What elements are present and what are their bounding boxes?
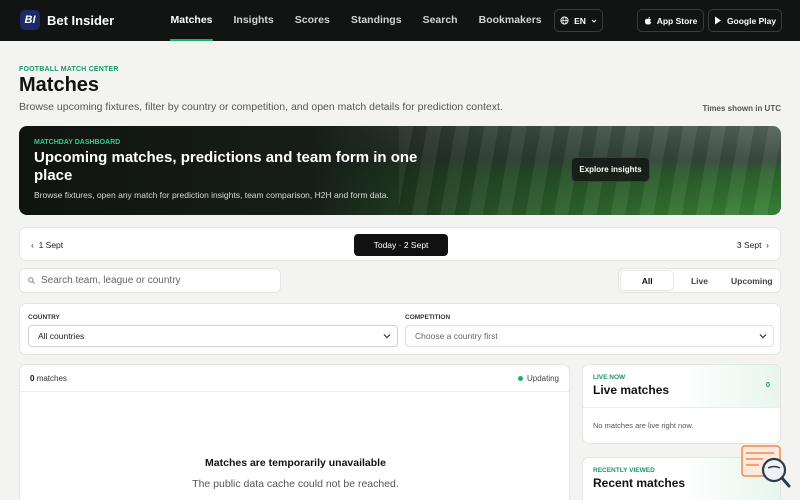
chevron-down-icon: [383, 334, 391, 339]
hero-description: Browse fixtures, open any match for pred…: [34, 190, 389, 200]
language-selector[interactable]: EN: [554, 9, 603, 32]
nav-item-scores[interactable]: Scores: [284, 0, 340, 41]
date-navigator: ‹ 1 Sept Today · 2 Sept 3 Sept ›: [19, 227, 781, 261]
search-icon: [28, 277, 35, 284]
nav-item-standings[interactable]: Standings: [340, 0, 412, 41]
google-play-icon: [714, 16, 721, 25]
help-search-icon: [741, 445, 791, 488]
competition-label: COMPETITION: [405, 314, 451, 321]
matches-count: 0 matches: [30, 374, 67, 383]
country-label: COUNTRY: [28, 314, 60, 321]
live-title: Live matches: [593, 383, 670, 397]
next-day-label: 3 Sept: [736, 240, 762, 250]
filters-panel: COUNTRY All countries COMPETITION Choose…: [19, 303, 781, 355]
language-code: EN: [574, 15, 586, 26]
matches-panel: 0 matches Updating Matches are temporari…: [19, 364, 570, 500]
matches-count-value: 0: [30, 374, 35, 383]
page-eyebrow: FOOTBALL MATCH CENTER: [19, 66, 119, 73]
brand-logo[interactable]: BI Bet Insider: [20, 10, 114, 30]
live-empty-text: No matches are live right now.: [593, 421, 694, 430]
competition-select-value: Choose a country first: [415, 331, 498, 341]
country-select[interactable]: All countries: [28, 325, 398, 347]
matches-count-label: matches: [36, 374, 67, 383]
help-widget[interactable]: [741, 445, 791, 489]
main-nav: Matches Insights Scores Standings Search…: [160, 0, 552, 41]
google-play-button[interactable]: Google Play: [708, 9, 782, 32]
empty-state-title: Matches are temporarily unavailable: [205, 457, 386, 469]
page-title: Matches: [19, 74, 100, 96]
competition-select[interactable]: Choose a country first: [405, 325, 774, 347]
previous-day-label: 1 Sept: [38, 240, 64, 250]
brand-name: Bet Insider: [47, 12, 115, 28]
nav-item-bookmakers[interactable]: Bookmakers: [468, 0, 552, 41]
nav-item-matches[interactable]: Matches: [160, 0, 223, 41]
live-matches-card: LIVE NOW Live matches 0 No matches are l…: [582, 364, 781, 444]
matches-panel-header: 0 matches Updating: [20, 365, 569, 392]
tab-live[interactable]: Live: [673, 271, 725, 290]
nav-item-insights[interactable]: Insights: [223, 0, 284, 41]
chevron-down-icon: [591, 19, 597, 23]
chevron-down-icon: [759, 334, 767, 339]
recent-title: Recent matches: [593, 476, 686, 490]
tab-all[interactable]: All: [621, 271, 674, 290]
recent-eyebrow: RECENTLY VIEWED: [593, 467, 655, 474]
update-status-label: Updating: [526, 374, 559, 383]
current-day-button[interactable]: Today · 2 Sept: [354, 234, 448, 256]
explore-insights-button[interactable]: Explore insights: [571, 157, 650, 182]
live-matches-header: LIVE NOW Live matches 0: [583, 365, 780, 408]
previous-day-button[interactable]: ‹ 1 Sept: [31, 240, 63, 250]
hero-title: Upcoming matches, predictions and team f…: [34, 149, 418, 184]
timezone-note: Times shown in UTC: [702, 104, 781, 113]
nav-item-search[interactable]: Search: [412, 0, 468, 41]
page-subtitle: Browse upcoming fixtures, filter by coun…: [19, 101, 503, 113]
live-count: 0: [765, 380, 770, 389]
search-input[interactable]: [41, 275, 261, 286]
search-box: [19, 268, 281, 293]
empty-state-text: The public data cache could not be reach…: [192, 478, 399, 490]
hero-banner: MATCHDAY DASHBOARD Upcoming matches, pre…: [19, 126, 781, 215]
app-store-label: App Store: [656, 15, 698, 26]
country-select-value: All countries: [38, 331, 85, 341]
tab-upcoming[interactable]: Upcoming: [726, 271, 778, 290]
google-play-label: Google Play: [726, 15, 777, 26]
top-navbar: BI Bet Insider Matches Insights Scores S…: [0, 0, 800, 41]
next-day-button[interactable]: 3 Sept ›: [737, 240, 769, 250]
apple-icon: [644, 16, 651, 25]
live-eyebrow: LIVE NOW: [593, 374, 626, 381]
status-filter-tabs: All Live Upcoming: [618, 268, 781, 293]
brand-logo-mark: BI: [20, 10, 40, 30]
update-status: Updating: [517, 374, 559, 383]
status-dot-icon: [517, 376, 523, 381]
app-store-button[interactable]: App Store: [637, 9, 704, 32]
globe-icon: [560, 16, 569, 25]
hero-eyebrow: MATCHDAY DASHBOARD: [34, 139, 121, 146]
